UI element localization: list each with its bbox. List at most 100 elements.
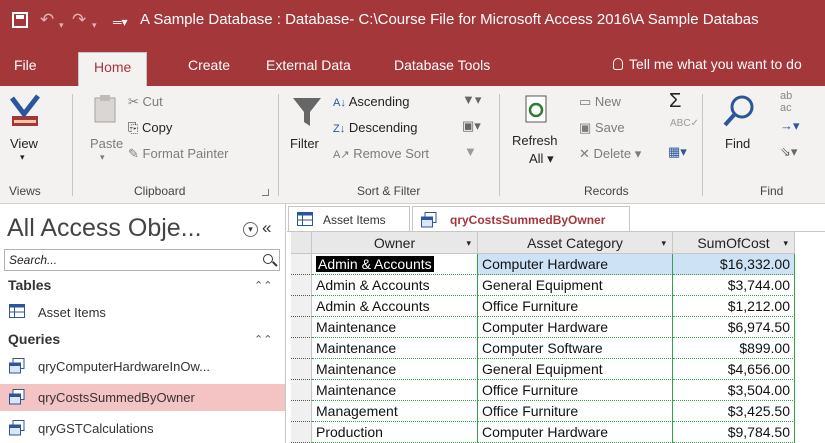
toggle-filter-icon[interactable]: ▼ [464,144,477,159]
nav-item-asset-items[interactable]: Asset Items [0,299,285,326]
cell-owner[interactable]: Maintenance [312,317,478,338]
cell-owner[interactable]: Production [312,422,478,443]
nav-item-qry-computer-hardware[interactable]: qryComputerHardwareInOw... [0,353,285,380]
advanced-filter-icon[interactable]: ▣▾ [462,118,481,134]
table-row[interactable]: Production Computer Hardware $9,784.50 [291,422,795,443]
nav-section-queries[interactable]: Queries [8,331,60,347]
cell-owner[interactable]: Maintenance [312,338,478,359]
view-button[interactable]: View [10,136,38,151]
nav-item-qry-gst-calculations[interactable]: qryGSTCalculations [0,415,285,442]
chevron-down-icon[interactable]: ▾ [100,152,105,163]
record-selector[interactable] [291,359,312,380]
refresh-button[interactable]: Refresh [512,133,558,148]
cell-sum-of-cost[interactable]: $3,425.50 [673,401,795,422]
find-button[interactable]: Find [725,136,750,151]
paste-icon[interactable] [92,94,118,124]
record-selector[interactable] [291,317,312,338]
spelling-icon[interactable]: ABC✓ [670,118,699,129]
cell-owner[interactable]: Maintenance [312,380,478,401]
refresh-all-button[interactable]: All ▾ [529,151,554,167]
nav-menu-dropdown-icon[interactable]: ▾ [243,222,258,237]
cell-owner[interactable]: Maintenance [312,359,478,380]
cell-sum-of-cost[interactable]: $899.00 [673,338,795,359]
tab-home[interactable]: Home [78,52,148,86]
cell-sum-of-cost[interactable]: $9,784.50 [673,422,795,443]
collapse-section-icon[interactable]: ⌃⌃ [254,279,272,292]
record-selector[interactable] [291,380,312,401]
totals-icon[interactable]: Σ [669,90,681,113]
record-selector[interactable] [291,338,312,359]
refresh-icon[interactable] [524,94,550,124]
filter-button[interactable]: Filter [290,136,319,151]
table-row[interactable]: Maintenance General Equipment $4,656.00 [291,359,795,380]
cell-asset-category[interactable]: Computer Hardware [478,254,673,275]
descending-button[interactable]: Z↓ Descending [333,120,418,135]
table-row[interactable]: Admin & Accounts Office Furniture $1,212.0… [291,296,795,317]
cell-sum-of-cost[interactable]: $6,974.50 [673,317,795,338]
save-icon[interactable] [12,12,28,28]
tab-file[interactable]: File [14,57,37,73]
tell-me-search[interactable]: Tell me what you want to do [613,56,802,72]
undo-icon[interactable]: ↶ [40,10,54,30]
selection-filter-icon[interactable]: ▼▾ [462,92,481,108]
nav-pane-title[interactable]: All Access Obje... [7,214,202,243]
table-row[interactable]: Admin & Accounts Computer Hardware $16,332… [291,254,795,275]
table-row[interactable]: Maintenance Computer Software $899.00 [291,338,795,359]
record-selector[interactable] [291,401,312,422]
table-row[interactable]: Management Office Furniture $3,425.50 [291,401,795,422]
cell-asset-category[interactable]: Office Furniture [478,401,673,422]
tab-database-tools[interactable]: Database Tools [394,57,490,73]
cell-asset-category[interactable]: Computer Hardware [478,422,673,443]
more-records-icon[interactable]: ▦▾ [668,144,687,160]
find-icon[interactable] [722,94,756,128]
shutter-bar-close-icon[interactable]: « [262,218,271,238]
column-dropdown-icon[interactable]: ▾ [466,232,471,254]
cell-asset-category[interactable]: Office Furniture [478,380,673,401]
cell-sum-of-cost[interactable]: $16,332.00 [673,254,795,275]
cell-owner[interactable]: Management [312,401,478,422]
dialog-launcher-icon[interactable] [262,189,269,196]
ascending-button[interactable]: A↓ Ascending [333,94,409,109]
doc-tab-asset-items[interactable]: Asset Items [288,206,410,231]
record-selector[interactable] [291,254,312,275]
redo-dropdown-icon[interactable]: ▾ [92,15,97,35]
collapse-section-icon[interactable]: ⌃⌃ [254,333,272,346]
format-painter-button[interactable]: ✎ Format Painter [128,146,229,162]
remove-sort-button[interactable]: A↗ Remove Sort [333,146,429,161]
save-record-button[interactable]: ▣ Save [579,120,625,136]
redo-icon[interactable]: ↷ [72,10,86,30]
cell-asset-category[interactable]: General Equipment [478,275,673,296]
nav-search-input[interactable] [5,250,245,270]
select-all-corner[interactable] [291,232,312,254]
table-row[interactable]: Maintenance Office Furniture $3,504.00 [291,380,795,401]
record-selector[interactable] [291,422,312,443]
record-selector[interactable] [291,275,312,296]
nav-section-tables[interactable]: Tables [8,277,51,293]
cell-asset-category[interactable]: Office Furniture [478,296,673,317]
delete-record-button[interactable]: ✕ Delete ▾ [579,146,641,162]
cell-sum-of-cost[interactable]: $3,504.00 [673,380,795,401]
go-to-icon[interactable]: →▾ [780,118,800,134]
record-selector[interactable] [291,296,312,317]
filter-icon[interactable] [292,96,322,128]
cell-asset-category[interactable]: Computer Hardware [478,317,673,338]
replace-icon[interactable]: ab ac [780,90,792,114]
table-row[interactable]: Maintenance Computer Hardware $6,974.50 [291,317,795,338]
paste-button[interactable]: Paste [90,136,123,151]
copy-button[interactable]: ⎘ Copy [128,120,172,136]
cell-asset-category[interactable]: General Equipment [478,359,673,380]
undo-dropdown-icon[interactable]: ▾ [59,15,64,35]
cell-owner[interactable]: Admin & Accounts [312,254,478,275]
column-dropdown-icon[interactable]: ▾ [661,232,666,254]
cell-sum-of-cost[interactable]: $4,656.00 [673,359,795,380]
column-header-sum-of-cost[interactable]: SumOfCost ▾ [673,232,795,254]
doc-tab-qry-costs-summed-by-owner[interactable]: qryCostsSummedByOwner [412,206,630,231]
column-header-asset-category[interactable]: Asset Category ▾ [478,232,673,254]
cell-asset-category[interactable]: Computer Software [478,338,673,359]
view-icon[interactable] [10,94,42,130]
tab-external-data[interactable]: External Data [266,57,351,73]
new-record-button[interactable]: ▭ New [579,94,621,110]
table-row[interactable]: Admin & Accounts General Equipment $3,744.… [291,275,795,296]
cell-owner[interactable]: Admin & Accounts [312,275,478,296]
column-dropdown-icon[interactable]: ▾ [783,232,788,254]
